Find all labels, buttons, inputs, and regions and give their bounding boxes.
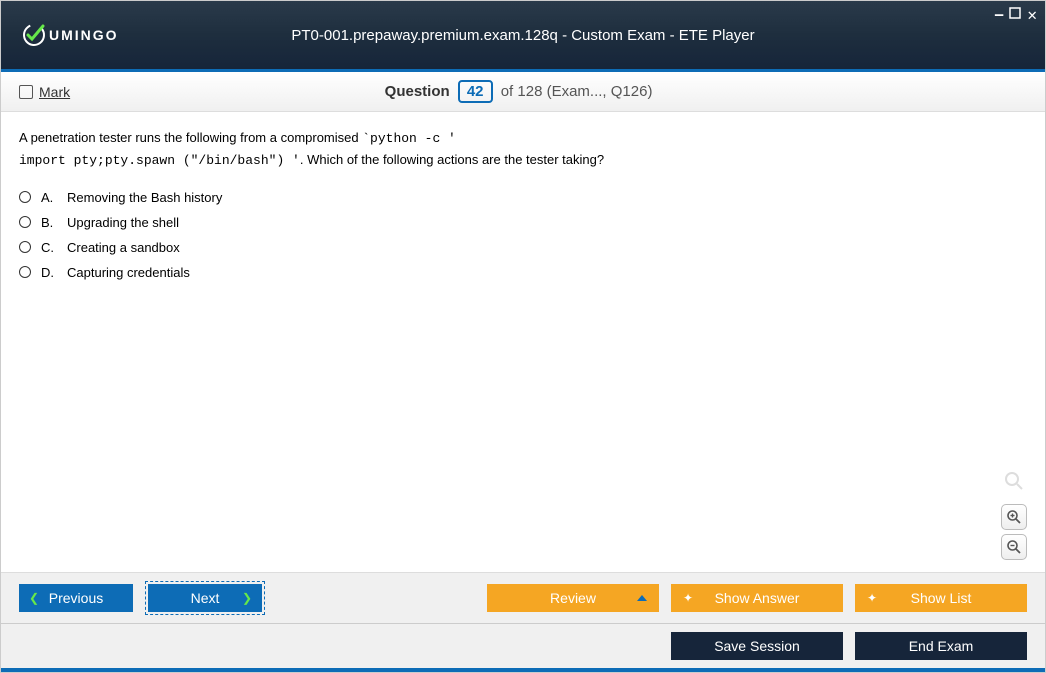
question-number: 42 <box>458 80 493 103</box>
option-letter: A. <box>41 190 57 205</box>
close-button[interactable]: ✕ <box>1027 5 1037 24</box>
show-answer-button[interactable]: ✦ Show Answer <box>671 584 843 612</box>
bottom-divider <box>1 668 1045 672</box>
titlebar: — ✕ UMINGO PT0-001.prepaway.premium.exam… <box>1 1 1045 69</box>
radio-d[interactable] <box>19 266 31 278</box>
footer-session: Save Session End Exam <box>1 623 1045 668</box>
option-a[interactable]: A. Removing the Bash history <box>19 190 1027 205</box>
radio-b[interactable] <box>19 216 31 228</box>
mark-checkbox[interactable] <box>19 85 33 99</box>
end-exam-label: End Exam <box>909 638 974 654</box>
question-text: A penetration tester runs the following … <box>19 128 1027 172</box>
maximize-button[interactable] <box>1009 7 1021 23</box>
question-code1: `python -c ' <box>362 131 456 146</box>
options-list: A. Removing the Bash history B. Upgradin… <box>19 190 1027 280</box>
option-text: Removing the Bash history <box>67 190 222 205</box>
question-header: Mark Question 42 of 128 (Exam..., Q126) <box>1 72 1045 112</box>
question-code2: import pty;pty.spawn ("/bin/bash") ' <box>19 153 300 168</box>
option-text: Creating a sandbox <box>67 240 180 255</box>
search-icon[interactable] <box>1001 468 1027 494</box>
footer-nav: ❮ Previous Next ❯ Review ✦ Show Answer ✦… <box>1 572 1045 623</box>
next-label: Next <box>191 590 220 606</box>
logo: UMINGO <box>21 22 119 48</box>
option-text: Capturing credentials <box>67 265 190 280</box>
question-label: Question <box>385 83 450 100</box>
option-d[interactable]: D. Capturing credentials <box>19 265 1027 280</box>
question-total: of 128 <box>501 83 543 100</box>
puzzle-icon: ✦ <box>867 591 877 605</box>
show-answer-label: Show Answer <box>715 590 800 606</box>
dropdown-up-icon <box>637 595 647 601</box>
review-label: Review <box>550 590 596 606</box>
show-list-label: Show List <box>911 590 972 606</box>
question-content: A penetration tester runs the following … <box>1 112 1045 572</box>
window-title: PT0-001.prepaway.premium.exam.128q - Cus… <box>1 27 1045 44</box>
zoom-out-button[interactable] <box>1001 534 1027 560</box>
option-letter: B. <box>41 215 57 230</box>
chevron-right-icon: ❯ <box>242 591 252 605</box>
question-text-part2: . Which of the following actions are the… <box>300 152 604 167</box>
save-session-label: Save Session <box>714 638 800 654</box>
option-letter: C. <box>41 240 57 255</box>
save-session-button[interactable]: Save Session <box>671 632 843 660</box>
option-b[interactable]: B. Upgrading the shell <box>19 215 1027 230</box>
radio-a[interactable] <box>19 191 31 203</box>
mark-label[interactable]: Mark <box>39 84 70 100</box>
question-indicator: Question 42 of 128 (Exam..., Q126) <box>70 80 967 103</box>
next-button[interactable]: Next ❯ <box>148 584 262 612</box>
option-letter: D. <box>41 265 57 280</box>
question-context: (Exam..., Q126) <box>547 83 653 100</box>
review-button[interactable]: Review <box>487 584 659 612</box>
question-text-part1: A penetration tester runs the following … <box>19 130 362 145</box>
logo-check-icon <box>21 22 47 48</box>
puzzle-icon: ✦ <box>683 591 693 605</box>
radio-c[interactable] <box>19 241 31 253</box>
chevron-left-icon: ❮ <box>29 591 39 605</box>
previous-label: Previous <box>49 590 103 606</box>
option-c[interactable]: C. Creating a sandbox <box>19 240 1027 255</box>
end-exam-button[interactable]: End Exam <box>855 632 1027 660</box>
option-text: Upgrading the shell <box>67 215 179 230</box>
previous-button[interactable]: ❮ Previous <box>19 584 133 612</box>
zoom-in-button[interactable] <box>1001 504 1027 530</box>
logo-text: UMINGO <box>49 27 119 43</box>
show-list-button[interactable]: ✦ Show List <box>855 584 1027 612</box>
minimize-button[interactable]: — <box>995 7 1003 23</box>
